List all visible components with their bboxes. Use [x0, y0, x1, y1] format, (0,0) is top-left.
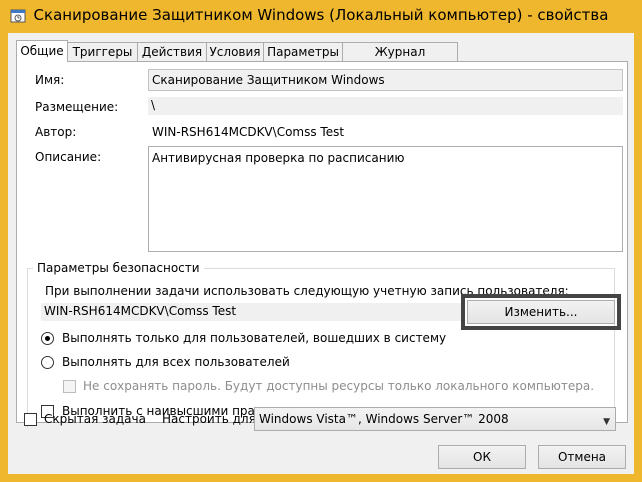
author-value: WIN-RSH614MCDKV\Comss Test	[152, 125, 345, 139]
radio-logged-on-label[interactable]: Выполнять только для пользователей, воше…	[62, 331, 446, 345]
tab-triggers[interactable]: Триггеры	[67, 42, 138, 61]
checkbox-no-store-password[interactable]	[63, 380, 76, 393]
change-user-button[interactable]: Изменить...	[467, 300, 615, 324]
configure-for-label: Настроить для:	[162, 412, 260, 426]
properties-window: Сканирование Защитником Windows (Локальн…	[0, 0, 642, 482]
configure-for-value: Windows Vista™, Windows Server™ 2008	[259, 412, 509, 426]
author-label: Автор:	[35, 125, 77, 139]
account-field: WIN-RSH614MCDKV\Comss Test	[41, 303, 461, 321]
description-label: Описание:	[35, 150, 102, 164]
dialog-client-area: Общие Триггеры Действия Условия Параметр…	[8, 33, 634, 474]
general-tab-panel: Имя: Сканирование Защитником Windows Раз…	[16, 61, 628, 428]
checkbox-hidden-task[interactable]	[24, 413, 37, 426]
title-bar[interactable]: Сканирование Защитником Windows (Локальн…	[0, 0, 642, 33]
radio-logged-on-only[interactable]	[41, 332, 54, 345]
window-title: Сканирование Защитником Windows (Локальн…	[33, 6, 609, 24]
radio-all-users[interactable]	[41, 356, 54, 369]
ok-button[interactable]: ОК	[438, 445, 526, 469]
tab-conditions[interactable]: Условия	[206, 42, 264, 61]
hidden-task-label[interactable]: Скрытая задача	[44, 412, 146, 426]
location-field: \	[148, 97, 623, 115]
description-field[interactable]: Антивирусная проверка по расписанию	[148, 146, 623, 252]
tab-history[interactable]: Журнал (отключен)	[342, 42, 458, 77]
tab-actions[interactable]: Действия	[137, 42, 207, 61]
radio-selected-dot	[45, 336, 50, 341]
tab-settings[interactable]: Параметры	[263, 42, 343, 61]
location-label: Размещение:	[35, 100, 119, 114]
cancel-button[interactable]: Отмена	[538, 445, 626, 469]
name-field[interactable]: Сканирование Защитником Windows	[148, 69, 623, 91]
tab-general[interactable]: Общие	[16, 40, 68, 62]
security-group-label: Параметры безопасности	[33, 261, 204, 275]
chevron-down-icon: ▼	[603, 417, 610, 427]
radio-all-users-label[interactable]: Выполнять для всех пользователей	[62, 355, 290, 369]
name-label: Имя:	[35, 73, 65, 87]
no-store-password-label[interactable]: Не сохранять пароль. Будут доступны ресу…	[83, 379, 594, 393]
configure-for-select[interactable]: Windows Vista™, Windows Server™ 2008 ▼	[254, 407, 616, 431]
